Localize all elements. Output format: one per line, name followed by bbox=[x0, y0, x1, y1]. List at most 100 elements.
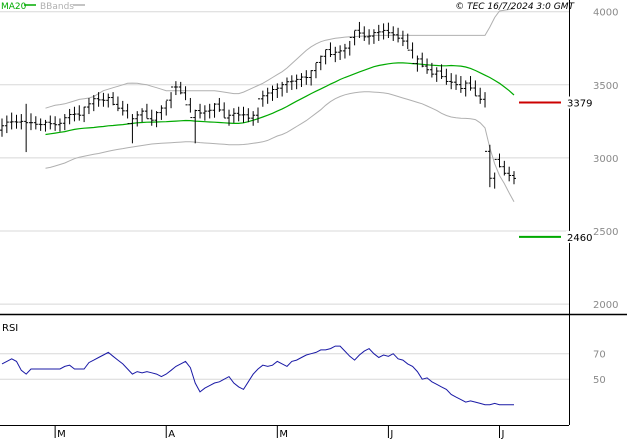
price-bar bbox=[454, 74, 459, 90]
bbands-upper-line bbox=[45, 8, 515, 109]
price-bar bbox=[9, 112, 14, 130]
price-bar bbox=[43, 119, 48, 132]
price-bar bbox=[115, 96, 120, 112]
price-bar bbox=[439, 64, 444, 79]
price-bar bbox=[231, 108, 236, 123]
price-bar bbox=[33, 116, 38, 130]
price-bar bbox=[144, 103, 149, 120]
rsi-line bbox=[1, 345, 514, 406]
price-bar bbox=[202, 105, 207, 121]
price-bar bbox=[357, 21, 362, 39]
price-bar bbox=[159, 105, 164, 120]
price-bar bbox=[449, 73, 454, 90]
price-bar bbox=[72, 106, 77, 122]
price-bar bbox=[391, 26, 396, 41]
price-bar bbox=[362, 26, 367, 41]
price-bar bbox=[473, 80, 478, 97]
price-bar bbox=[342, 43, 347, 59]
price-bar bbox=[236, 106, 241, 122]
price-bar bbox=[183, 86, 188, 106]
price-bar bbox=[289, 75, 294, 90]
grid-layer bbox=[0, 11, 569, 305]
price-y-tick-label: 3000 bbox=[593, 154, 618, 165]
price-bar bbox=[371, 29, 376, 44]
price-bar bbox=[512, 171, 516, 185]
price-bar bbox=[270, 85, 275, 101]
price-bar bbox=[502, 160, 507, 176]
price-y-tick-label: 2500 bbox=[593, 227, 618, 238]
y-axis-labels: 4000 3500 3000 2500 2000 bbox=[593, 8, 618, 311]
price-bar bbox=[468, 76, 473, 91]
price-bar bbox=[125, 103, 130, 125]
price-bar bbox=[198, 103, 203, 119]
price-bar bbox=[483, 92, 488, 152]
price-bar bbox=[53, 116, 58, 131]
price-bar bbox=[130, 114, 135, 144]
price-bar bbox=[463, 80, 468, 97]
price-bar bbox=[14, 114, 19, 129]
price-bar bbox=[265, 87, 270, 104]
price-bar bbox=[280, 81, 285, 97]
price-y-tick-label: 3500 bbox=[593, 81, 618, 92]
price-bar bbox=[478, 87, 483, 104]
price-bar bbox=[212, 103, 217, 118]
price-bar bbox=[149, 109, 154, 126]
price-bar bbox=[294, 74, 299, 90]
price-bar bbox=[19, 114, 24, 130]
x-tick-label: J bbox=[389, 429, 393, 440]
price-bar bbox=[323, 49, 328, 65]
price-bar bbox=[241, 106, 246, 123]
x-tick-label: M bbox=[57, 429, 66, 440]
resistance-level-label: 3379 bbox=[567, 99, 592, 110]
price-bar bbox=[164, 99, 169, 116]
price-bar bbox=[57, 118, 62, 132]
price-bar bbox=[62, 114, 67, 131]
rsi-y-tick-label: 70 bbox=[593, 350, 606, 361]
price-bar bbox=[352, 29, 357, 46]
x-tick-label: A bbox=[168, 429, 175, 440]
stock-chart: 3379 2460 4000 3500 3000 2500 2000 70 50 M A M J J… bbox=[0, 0, 627, 440]
support-level-label: 2460 bbox=[567, 233, 592, 244]
price-bar bbox=[28, 113, 33, 131]
price-bar bbox=[246, 108, 251, 123]
price-bar bbox=[347, 36, 352, 56]
x-tick-label: M bbox=[279, 429, 288, 440]
price-bar bbox=[24, 103, 29, 153]
price-bar bbox=[135, 111, 140, 127]
price-bar bbox=[67, 108, 72, 125]
price-bar bbox=[178, 81, 183, 95]
legend-ma-label: MA20 bbox=[1, 2, 27, 12]
price-bar bbox=[169, 86, 174, 109]
price-bar bbox=[154, 111, 159, 128]
price-bar bbox=[217, 97, 222, 112]
price-bar bbox=[313, 61, 318, 79]
price-bar bbox=[38, 118, 43, 131]
price-bar bbox=[381, 23, 386, 40]
rsi-y-tick-label: 50 bbox=[593, 375, 606, 386]
price-bar bbox=[193, 109, 198, 144]
price-bar bbox=[251, 111, 256, 126]
price-bar bbox=[497, 153, 502, 168]
chart-credit: © TEC 16/7/2024 3:0 GMT bbox=[455, 2, 575, 12]
price-bar bbox=[120, 100, 125, 116]
price-bar bbox=[405, 33, 410, 51]
price-bar bbox=[507, 166, 512, 182]
price-bar bbox=[309, 70, 314, 86]
price-bar bbox=[420, 52, 425, 68]
price-bars bbox=[0, 21, 516, 189]
bbands-lower-line bbox=[45, 91, 515, 203]
price-bar bbox=[275, 83, 280, 98]
price-bar bbox=[86, 97, 91, 115]
price-bar bbox=[338, 45, 343, 60]
price-bar bbox=[333, 46, 338, 63]
price-y-tick-label: 2000 bbox=[593, 300, 618, 311]
x-axis-labels: MAMJJ bbox=[54, 426, 505, 440]
x-tick-label: J bbox=[501, 429, 505, 440]
price-bar bbox=[367, 29, 372, 45]
price-bar bbox=[140, 108, 145, 123]
rsi-layer: 70 50 bbox=[0, 345, 606, 406]
price-bar bbox=[188, 97, 193, 119]
price-bar bbox=[410, 42, 415, 64]
price-bar bbox=[400, 30, 405, 47]
legend-bbands-label: BBands bbox=[40, 2, 74, 12]
